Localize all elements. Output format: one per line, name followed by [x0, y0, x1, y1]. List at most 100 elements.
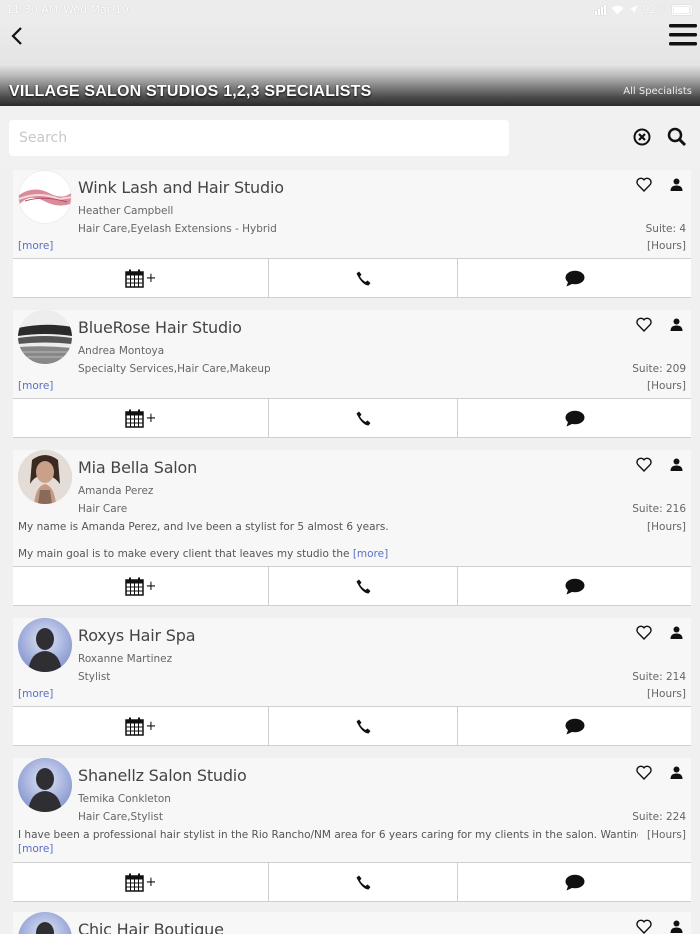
- plus-icon: +: [145, 874, 157, 890]
- specialist-services: Specialty Services,Hair Care,Makeup: [78, 363, 271, 375]
- plus-icon: +: [145, 718, 157, 734]
- specialist-name[interactable]: BlueRose Hair Studio: [78, 318, 242, 337]
- specialist-name[interactable]: Shanellz Salon Studio: [78, 766, 247, 785]
- lash-avatar: [18, 170, 72, 224]
- person-icon[interactable]: [670, 318, 683, 331]
- phone-icon: [356, 875, 370, 889]
- book-appointment-button[interactable]: +: [13, 707, 269, 745]
- chat-bubble-icon: [565, 578, 584, 594]
- heart-icon[interactable]: [636, 919, 652, 934]
- default-avatar: [18, 758, 72, 812]
- heart-icon[interactable]: [636, 765, 652, 780]
- battery-percent: 92%: [642, 3, 667, 16]
- specialist-owner: Temika Conkleton: [78, 793, 171, 805]
- message-button[interactable]: [458, 707, 691, 745]
- specialist-suite: Suite: 214: [632, 671, 686, 683]
- hours-link[interactable]: [Hours]: [647, 688, 686, 700]
- call-button[interactable]: [269, 567, 458, 605]
- phone-icon: [356, 411, 370, 425]
- specialist-card[interactable]: Roxys Hair Spa Roxanne Martinez Stylist …: [13, 618, 691, 746]
- search-row: [0, 106, 700, 166]
- call-button[interactable]: [269, 399, 458, 437]
- person-icon[interactable]: [670, 178, 683, 191]
- default-avatar: [18, 912, 72, 934]
- specialist-owner: Roxanne Martinez: [78, 653, 173, 665]
- hours-link[interactable]: [Hours]: [647, 380, 686, 392]
- specialist-services: Hair Care: [78, 503, 128, 515]
- specialist-suite: Suite: 4: [645, 223, 686, 235]
- calendar-icon: [124, 717, 144, 736]
- heart-icon[interactable]: [636, 317, 652, 332]
- book-appointment-button[interactable]: +: [13, 399, 269, 437]
- all-specialists-link[interactable]: All Specialists: [623, 86, 692, 97]
- status-date: Wed Mar 10: [63, 3, 129, 16]
- specialist-description: My name is Amanda Perez, and Ive been a …: [18, 521, 389, 533]
- book-appointment-button[interactable]: +: [13, 259, 269, 297]
- plus-icon: +: [145, 578, 157, 594]
- hamburger-menu-icon[interactable]: [668, 21, 698, 49]
- clear-search-icon[interactable]: [633, 128, 651, 146]
- more-link[interactable]: [more]: [18, 240, 53, 252]
- more-link[interactable]: [more]: [18, 688, 53, 700]
- calendar-icon: [124, 873, 144, 892]
- specialist-owner: Heather Campbell: [78, 205, 174, 217]
- phone-icon: [356, 271, 370, 285]
- heart-icon[interactable]: [636, 457, 652, 472]
- message-button[interactable]: [458, 863, 691, 901]
- person-icon[interactable]: [670, 458, 683, 471]
- back-chevron-icon[interactable]: [8, 26, 28, 46]
- plus-icon: +: [145, 410, 157, 426]
- specialist-name[interactable]: Chic Hair Boutique: [78, 920, 224, 934]
- book-appointment-button[interactable]: +: [13, 863, 269, 901]
- search-input[interactable]: [9, 120, 509, 156]
- message-button[interactable]: [458, 567, 691, 605]
- action-bar: +: [13, 566, 691, 606]
- hours-link[interactable]: [Hours]: [647, 829, 686, 841]
- specialist-description: I have been a professional hair stylist …: [18, 829, 638, 841]
- calendar-icon: [124, 269, 144, 288]
- person-icon[interactable]: [670, 626, 683, 639]
- wifi-icon: [611, 5, 624, 14]
- specialist-card[interactable]: BlueRose Hair Studio Andrea Montoya Spec…: [13, 310, 691, 438]
- specialist-card[interactable]: Chic Hair Boutique: [13, 912, 691, 934]
- default-avatar: [18, 618, 72, 672]
- specialist-suite: Suite: 224: [632, 811, 686, 823]
- more-link[interactable]: [more]: [353, 548, 388, 560]
- specialist-suite: Suite: 209: [632, 363, 686, 375]
- message-button[interactable]: [458, 259, 691, 297]
- description-text: My main goal is to make every client tha…: [18, 548, 353, 560]
- more-link[interactable]: [more]: [18, 843, 53, 855]
- specialist-card[interactable]: Wink Lash and Hair Studio Heather Campbe…: [13, 170, 691, 298]
- call-button[interactable]: [269, 259, 458, 297]
- book-appointment-button[interactable]: +: [13, 567, 269, 605]
- more-link[interactable]: [more]: [18, 380, 53, 392]
- specialist-card[interactable]: Shanellz Salon Studio Temika Conkleton H…: [13, 758, 691, 902]
- heart-icon[interactable]: [636, 625, 652, 640]
- hours-link[interactable]: [Hours]: [647, 240, 686, 252]
- phone-icon: [356, 719, 370, 733]
- specialist-suite: Suite: 216: [632, 503, 686, 515]
- message-button[interactable]: [458, 399, 691, 437]
- calendar-icon: [124, 577, 144, 596]
- specialist-card[interactable]: Mia Bella Salon Amanda Perez Hair Care S…: [13, 450, 691, 606]
- specialist-name[interactable]: Roxys Hair Spa: [78, 626, 196, 645]
- battery-icon: [672, 4, 692, 15]
- plus-icon: +: [145, 270, 157, 286]
- specialist-owner: Andrea Montoya: [78, 345, 165, 357]
- specialist-name[interactable]: Wink Lash and Hair Studio: [78, 178, 284, 197]
- status-bar: 11:30 AM Wed Mar 10 92%: [0, 0, 700, 20]
- call-button[interactable]: [269, 863, 458, 901]
- person-icon[interactable]: [670, 766, 683, 779]
- chat-bubble-icon: [565, 718, 584, 734]
- phone-icon: [356, 579, 370, 593]
- specialist-name[interactable]: Mia Bella Salon: [78, 458, 197, 477]
- call-button[interactable]: [269, 707, 458, 745]
- person-icon[interactable]: [670, 920, 683, 933]
- heart-icon[interactable]: [636, 177, 652, 192]
- signal-icon: [594, 4, 606, 15]
- specialist-services: Hair Care,Eyelash Extensions - Hybrid: [78, 223, 277, 235]
- hours-link[interactable]: [Hours]: [647, 521, 686, 533]
- specialist-description-more: My main goal is to make every client tha…: [18, 548, 388, 560]
- specialist-owner: Amanda Perez: [78, 485, 154, 497]
- search-icon[interactable]: [667, 127, 687, 147]
